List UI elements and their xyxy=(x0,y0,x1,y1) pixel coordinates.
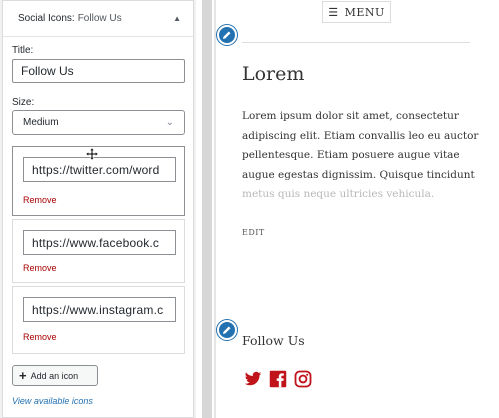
widget-header-title: Follow Us xyxy=(77,13,122,24)
post-body-text: Lorem ipsum dolor sit amet, consectetur … xyxy=(242,110,479,181)
hamburger-icon: ☰ xyxy=(328,5,339,19)
twitter-icon[interactable] xyxy=(244,370,262,388)
icon-item-facebook[interactable]: https://www.facebook.c Remove xyxy=(12,219,185,283)
size-label: Size: xyxy=(12,97,35,108)
view-available-icons-link[interactable]: View available icons xyxy=(12,396,93,406)
menu-button[interactable]: ☰ MENU xyxy=(322,1,391,23)
widget-header-prefix: Social Icons: xyxy=(18,13,75,24)
post-title: Lorem xyxy=(242,63,305,85)
icon-url-input[interactable]: https://www.instagram.c xyxy=(23,297,176,322)
plus-icon: + xyxy=(19,368,27,383)
remove-link[interactable]: Remove xyxy=(23,263,57,273)
panel-divider xyxy=(202,0,212,418)
icon-item-twitter[interactable]: https://twitter.com/word Remove xyxy=(12,146,185,216)
chevron-down-icon: ⌄ xyxy=(165,117,174,128)
collapse-arrow-icon[interactable]: ▲ xyxy=(173,14,181,23)
edit-post-link[interactable]: EDIT xyxy=(242,228,265,237)
customizer-panel: Social Icons: Follow Us ▲ Title: Follow … xyxy=(0,0,196,418)
icon-item-instagram[interactable]: https://www.instagram.c Remove xyxy=(12,286,185,354)
widget-header[interactable]: Social Icons: Follow Us ▲ xyxy=(3,1,193,37)
social-icons-row xyxy=(244,370,312,388)
move-cursor-icon xyxy=(86,148,98,160)
edit-widget-pencil-icon[interactable] xyxy=(217,320,237,340)
widget-title: Follow Us xyxy=(242,333,305,348)
icon-url-input[interactable]: https://twitter.com/word xyxy=(23,157,176,182)
site-preview: ☰ MENU Lorem Lorem ipsum dolor sit amet,… xyxy=(216,0,499,418)
post-body-faded-text: metus quis neque ultricies vehicula. xyxy=(242,188,435,200)
header-divider xyxy=(242,42,470,43)
size-select-value: Medium xyxy=(23,117,59,128)
instagram-icon[interactable] xyxy=(294,370,312,388)
icon-url-input[interactable]: https://www.facebook.c xyxy=(23,230,176,255)
facebook-icon[interactable] xyxy=(269,370,287,388)
add-icon-button[interactable]: + Add an icon xyxy=(12,365,98,386)
edit-shortcut-pencil-icon[interactable] xyxy=(217,25,237,45)
title-input[interactable]: Follow Us xyxy=(12,59,185,83)
remove-link[interactable]: Remove xyxy=(23,332,57,342)
title-label: Title: xyxy=(12,45,34,56)
size-select[interactable]: Medium ⌄ xyxy=(12,110,185,135)
post-body: Lorem ipsum dolor sit amet, consectetur … xyxy=(242,107,482,205)
add-icon-label: Add an icon xyxy=(30,370,79,381)
menu-label: MENU xyxy=(344,5,385,19)
remove-link[interactable]: Remove xyxy=(23,195,57,205)
